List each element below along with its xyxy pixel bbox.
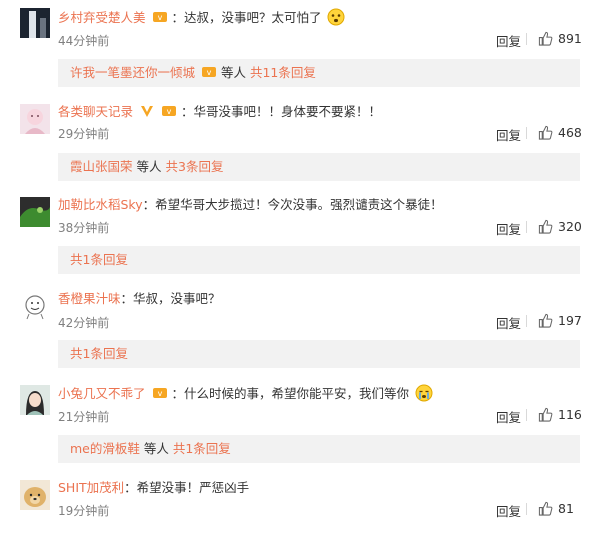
reply-username[interactable]: me的滑板鞋 (70, 441, 140, 456)
action-divider (526, 33, 527, 45)
comment-username[interactable]: SHIT加茂利 (58, 480, 124, 495)
comment-username[interactable]: 香橙果汁味 (58, 291, 121, 306)
vip-badge-icon: v (201, 64, 217, 80)
reply-count[interactable]: 共11条回复 (250, 65, 316, 80)
reply-username[interactable]: 许我一笔墨还你一倾城 (70, 65, 195, 80)
thumbs-up-icon (538, 313, 553, 328)
replies-summary[interactable]: 霞山张国荣 等人 共3条回复 (58, 153, 580, 181)
reply-count[interactable]: 共1条回复 (70, 346, 128, 361)
thumbs-up-icon (538, 407, 553, 422)
like-button[interactable]: 81 (538, 501, 592, 516)
comment-username[interactable]: 小兔几又不乖了 (58, 386, 146, 401)
action-divider (526, 409, 527, 421)
crying-emoji-icon (415, 384, 433, 402)
reply-suffix: 等人 (136, 159, 162, 174)
thumbs-up-icon (538, 125, 553, 140)
replies-summary[interactable]: 共1条回复 (58, 340, 580, 368)
like-count: 197 (558, 313, 582, 328)
thumbs-up-icon (538, 219, 553, 234)
reply-count[interactable]: 共3条回复 (166, 159, 224, 174)
action-divider (526, 221, 527, 233)
like-count: 891 (558, 31, 582, 46)
vip-badge-icon: v (152, 385, 168, 401)
verified-v-icon (139, 103, 155, 119)
avatar[interactable] (20, 8, 50, 38)
replies-summary[interactable]: me的滑板鞋 等人 共1条回复 (58, 435, 580, 463)
vip-badge-icon: v (161, 103, 177, 119)
avatar[interactable] (20, 385, 50, 415)
like-count: 116 (558, 407, 582, 422)
reply-suffix: 等人 (220, 65, 246, 80)
avatar[interactable] (20, 104, 50, 134)
comment-text: ：华哥没事吧！！身体要不要紧！！ (180, 104, 381, 119)
comment-text: ：达叔，没事吧？太可怕了 (171, 10, 322, 25)
comment-username[interactable]: 各类聊天记录 (58, 104, 133, 119)
comment-username[interactable]: 加勒比水稻Sky (58, 197, 143, 212)
like-count: 468 (558, 125, 582, 140)
reply-button[interactable]: 回复 (496, 219, 521, 238)
comment-time: 44分钟前 (58, 34, 110, 48)
comment-text: ：什么时候的事，希望你能平安，我们等你 (171, 386, 409, 401)
like-button[interactable]: 468 (538, 125, 592, 140)
replies-summary[interactable]: 共1条回复 (58, 246, 580, 274)
vip-badge-icon: v (152, 9, 168, 25)
comment-text: ：希望华哥大步揽过！今次没事。强烈谴责这个暴徒！ (142, 197, 443, 212)
comment-username[interactable]: 乡村弃受楚人美 (58, 10, 146, 25)
comment-time: 38分钟前 (58, 221, 110, 235)
scared-emoji-icon (327, 8, 345, 26)
comment-time: 42分钟前 (58, 316, 110, 330)
comment-time: 21分钟前 (58, 410, 110, 424)
reply-button[interactable]: 回复 (496, 125, 521, 144)
svg-text:v: v (157, 13, 162, 22)
avatar[interactable] (20, 291, 50, 321)
like-button[interactable]: 320 (538, 219, 592, 234)
reply-suffix: 等人 (143, 441, 169, 456)
comment-text: ：希望没事！严惩凶手 (124, 480, 250, 495)
svg-text:v: v (167, 107, 172, 116)
reply-username[interactable]: 霞山张国荣 (70, 159, 133, 174)
reply-button[interactable]: 回复 (496, 407, 521, 426)
reply-button[interactable]: 回复 (496, 501, 521, 520)
action-divider (526, 127, 527, 139)
thumbs-up-icon (538, 31, 553, 46)
svg-text:v: v (157, 389, 162, 398)
like-button[interactable]: 197 (538, 313, 592, 328)
like-count: 81 (558, 501, 574, 516)
svg-text:v: v (207, 68, 212, 77)
comment-time: 19分钟前 (58, 504, 110, 518)
comment-text: ：华叔，没事吧？ (120, 291, 221, 306)
like-count: 320 (558, 219, 582, 234)
like-button[interactable]: 116 (538, 407, 592, 422)
reply-count[interactable]: 共1条回复 (173, 441, 231, 456)
reply-button[interactable]: 回复 (496, 313, 521, 332)
avatar[interactable] (20, 197, 50, 227)
thumbs-up-icon (538, 501, 553, 516)
comment-time: 29分钟前 (58, 127, 110, 141)
replies-summary[interactable]: 许我一笔墨还你一倾城 v 等人 共11条回复 (58, 59, 580, 87)
avatar[interactable] (20, 480, 50, 510)
action-divider (526, 503, 527, 515)
action-divider (526, 315, 527, 327)
like-button[interactable]: 891 (538, 31, 592, 46)
reply-button[interactable]: 回复 (496, 31, 521, 50)
reply-count[interactable]: 共1条回复 (70, 252, 128, 267)
